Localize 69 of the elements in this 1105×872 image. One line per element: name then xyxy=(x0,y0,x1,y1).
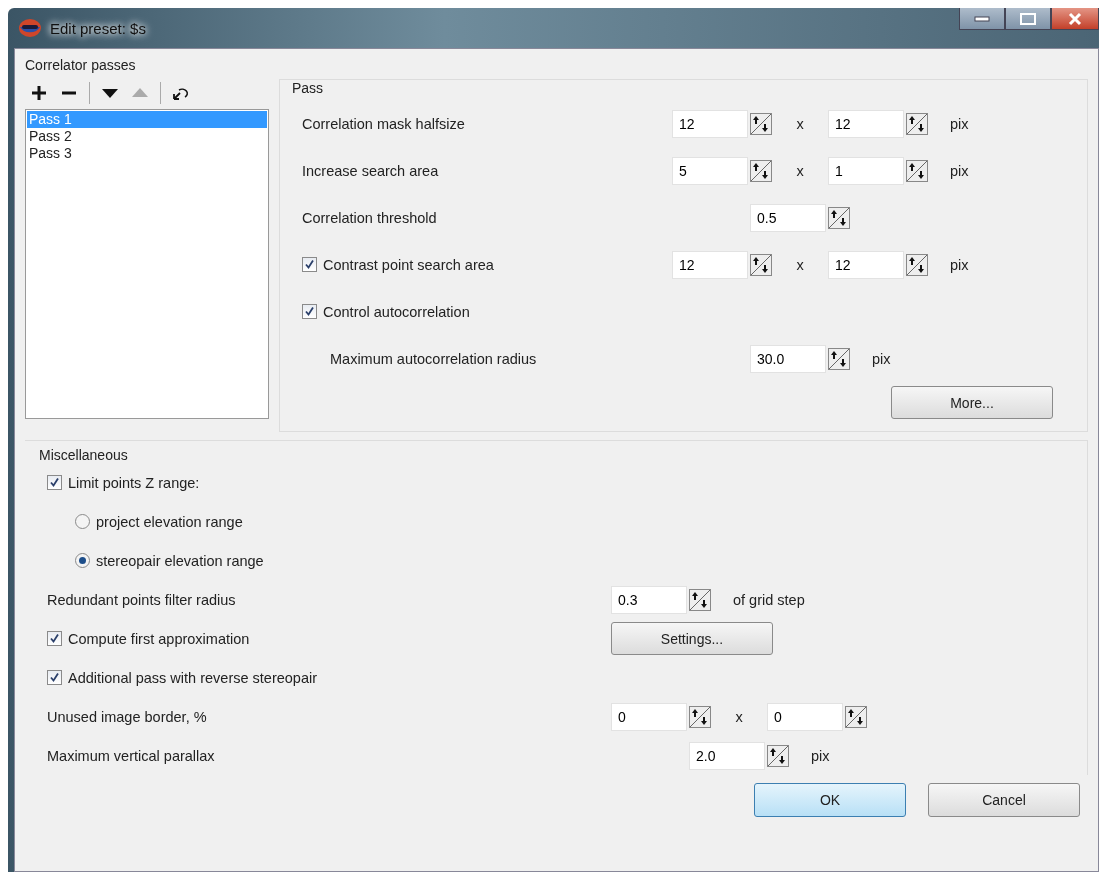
spin-field[interactable]: 12 xyxy=(672,109,748,138)
option-label: stereopair elevation range xyxy=(96,552,264,569)
option-label: Control autocorrelation xyxy=(323,303,470,320)
spin-field[interactable]: 0.5 xyxy=(750,203,826,232)
spin-arrows-icon[interactable] xyxy=(750,159,772,182)
option-label: Compute first approximation xyxy=(68,630,250,647)
spin-arrows-icon[interactable] xyxy=(906,159,928,182)
spin-field[interactable]: 0 xyxy=(611,702,687,731)
radio-button[interactable] xyxy=(75,514,90,529)
option-label: Maximum vertical parallax xyxy=(47,747,215,764)
spin-arrows-icon[interactable] xyxy=(906,112,928,135)
unit-label: pix xyxy=(950,115,969,132)
checkbox[interactable] xyxy=(47,670,62,685)
spin-arrows-icon[interactable] xyxy=(845,705,867,728)
spin-field[interactable]: 30.0 xyxy=(750,344,826,373)
spin-field[interactable]: 0.3 xyxy=(611,585,687,614)
spin-arrows-icon[interactable] xyxy=(689,705,711,728)
dialog-button[interactable]: OK xyxy=(754,783,906,817)
spin-arrows-icon[interactable] xyxy=(689,588,711,611)
list-item[interactable]: Pass 3 xyxy=(27,145,267,162)
unit-label: pix xyxy=(811,747,830,764)
spin-field[interactable]: 12 xyxy=(672,250,748,279)
option-label: Limit points Z range: xyxy=(68,474,200,491)
checkbox[interactable] xyxy=(47,475,62,490)
option-label: Additional pass with reverse stereopair xyxy=(68,669,318,686)
spin-field[interactable]: 5 xyxy=(672,156,748,185)
close-icon[interactable] xyxy=(1068,11,1082,26)
times-sign: x xyxy=(734,708,744,725)
list-item[interactable]: Pass 2 xyxy=(27,128,267,145)
times-sign: x xyxy=(795,256,805,273)
option-label: project elevation range xyxy=(96,513,243,530)
option-label: Unused image border, % xyxy=(47,708,207,725)
spin-arrows-icon[interactable] xyxy=(828,206,850,229)
spin-arrows-icon[interactable] xyxy=(750,253,772,276)
option-label: Correlation mask halfsize xyxy=(302,115,465,132)
option-label: Maximum autocorrelation radius xyxy=(330,350,537,367)
spin-field[interactable]: 12 xyxy=(828,250,904,279)
unit-label: of grid step xyxy=(733,591,805,608)
option-label: Increase search area xyxy=(302,162,439,179)
unit-label: pix xyxy=(950,256,969,273)
more-button[interactable]: More... xyxy=(891,386,1053,419)
unit-label: pix xyxy=(950,162,969,179)
times-sign: x xyxy=(795,115,805,132)
window-title: Edit preset: $s xyxy=(50,19,146,37)
spin-arrows-icon[interactable] xyxy=(767,744,789,767)
times-sign: x xyxy=(795,162,805,179)
spin-arrows-icon[interactable] xyxy=(750,112,772,135)
spin-field[interactable]: 0 xyxy=(767,702,843,731)
spin-arrows-icon[interactable] xyxy=(828,347,850,370)
settings-button[interactable]: Settings... xyxy=(611,622,773,655)
spin-arrows-icon[interactable] xyxy=(906,253,928,276)
spin-field[interactable]: 12 xyxy=(828,109,904,138)
radio-button[interactable] xyxy=(75,553,90,568)
option-label: Redundant points filter radius xyxy=(47,591,236,608)
maximize-icon[interactable] xyxy=(1020,12,1036,25)
spin-field[interactable]: 2.0 xyxy=(689,741,765,770)
checkbox[interactable] xyxy=(302,257,317,272)
minimize-icon[interactable] xyxy=(974,15,990,22)
option-label: Correlation threshold xyxy=(302,209,437,226)
group-title: Miscellaneous xyxy=(39,447,128,463)
add-icon[interactable] xyxy=(29,83,49,103)
checkbox[interactable] xyxy=(47,631,62,646)
unit-label: pix xyxy=(872,350,891,367)
dialog-button[interactable]: Cancel xyxy=(928,783,1080,817)
option-label: Contrast point search area xyxy=(323,256,494,273)
group-title: Correlator passes xyxy=(25,57,137,75)
app-icon xyxy=(18,18,42,38)
spin-field[interactable]: 1 xyxy=(828,156,904,185)
checkbox[interactable] xyxy=(302,304,317,319)
